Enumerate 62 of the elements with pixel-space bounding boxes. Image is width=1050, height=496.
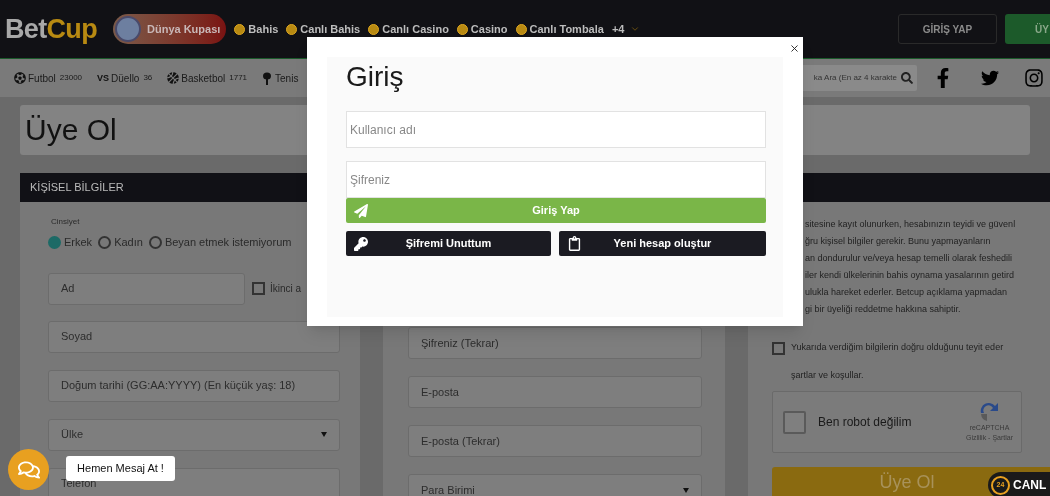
input-field[interactable]: Ad [48,272,245,305]
select-field[interactable]: Ülke [48,418,340,451]
create-account-button[interactable]: Yeni hesap oluştur [559,231,766,256]
sport-link[interactable]: VS Düello 36 [97,70,153,86]
terms-text: sitesine kayıt olunurken, hesabınızın teyidi ve güvenl ğru kişisel bilgiler gerekir. Bunu yapmayanların an dondurulur ve/veya hesap temelli olarak feshedili iler kendi ülkelerinin bahis oynama yasalarının getird ulukla hareket ederler. Betcup açıklama yapmadan gi bir üyeliği reddetme hakkına sahiptir. [805,218,1017,316]
register-button[interactable]: ÜY [1005,14,1050,44]
nav-link[interactable]: Casino [456,20,508,38]
facebook-icon[interactable] [936,68,950,88]
input-field[interactable]: E-posta [408,376,702,408]
forgot-password-button[interactable]: Şifremi Unuttum [346,231,551,256]
login-submit-button[interactable]: Giriş Yap [346,198,766,223]
search-icon[interactable] [901,72,913,84]
select-field[interactable]: Para Birimi [408,474,702,496]
caret-icon [321,432,327,437]
captcha-label: Ben robot değilim [818,414,912,431]
radio-button[interactable] [48,235,61,249]
featured-tab[interactable]: Dünya Kupası [113,14,227,44]
caret-icon [683,487,689,493]
sport-link[interactable]: Basketbol 1771 [167,70,248,86]
agreement-text: Yukarıda verdiğim bilgilerin doğru olduğunu teyit eder şartlar ve koşullar. [791,341,1004,382]
versus-icon: VS [97,73,110,83]
chat-tooltip: Hemen Mesaj At ! [66,456,175,481]
nav-link[interactable]: Bahis [234,20,279,38]
more-link[interactable]: +4 [611,20,625,38]
logo[interactable]: BetCup [5,15,105,43]
input-field[interactable]: Doğum tarihi (GG:AA:YYYY) (En küçük yaş: 18) [48,369,340,402]
close-icon [788,42,800,54]
checkbox-label: İkinci a [270,281,302,296]
coin-icon [515,23,527,35]
nav-link[interactable]: Canlı Bahis [286,20,361,38]
page-title: Üye Ol [25,115,117,145]
radio-button[interactable] [148,235,162,249]
input-field[interactable]: E-posta (Tekrar) [408,425,702,457]
caret-icon [630,24,641,34]
captcha-checkbox[interactable] [783,410,806,434]
radio-label: Kadın [114,235,143,250]
radio-label: Beyan etmek istemiyorum [164,235,292,250]
nav-link[interactable]: Canlı Tombala [515,20,604,38]
dialog-title: Giriş [346,60,405,94]
sport-link[interactable]: Tenis [262,70,299,86]
instagram-icon[interactable] [1024,68,1044,88]
coin-icon [368,23,380,35]
key-icon [354,236,368,251]
coin-icon [286,23,298,35]
send-icon [354,203,368,218]
input-field[interactable]: Soyad [48,320,340,353]
login-button[interactable]: GİRİŞ YAP [898,14,997,44]
input-field[interactable]: Şifreniz (Tekrar) [408,327,702,359]
input-field[interactable]: Şifreniz [346,161,766,198]
input-field[interactable]: Kullanıcı adı [346,111,766,148]
sport-link[interactable]: Futbol 23000 [14,70,83,86]
checkbox[interactable] [772,342,785,355]
racket-icon [262,71,274,85]
checkbox[interactable] [252,282,265,295]
clipboard-icon [568,236,581,251]
coin-icon [456,23,468,35]
field-label: Cinsiyet [51,216,81,228]
radio-button[interactable] [98,235,112,249]
nav-link[interactable]: Canlı Casino [368,20,449,38]
twitter-icon[interactable] [980,69,1000,87]
radio-label: Erkek [64,235,93,250]
coin-icon [234,23,246,35]
